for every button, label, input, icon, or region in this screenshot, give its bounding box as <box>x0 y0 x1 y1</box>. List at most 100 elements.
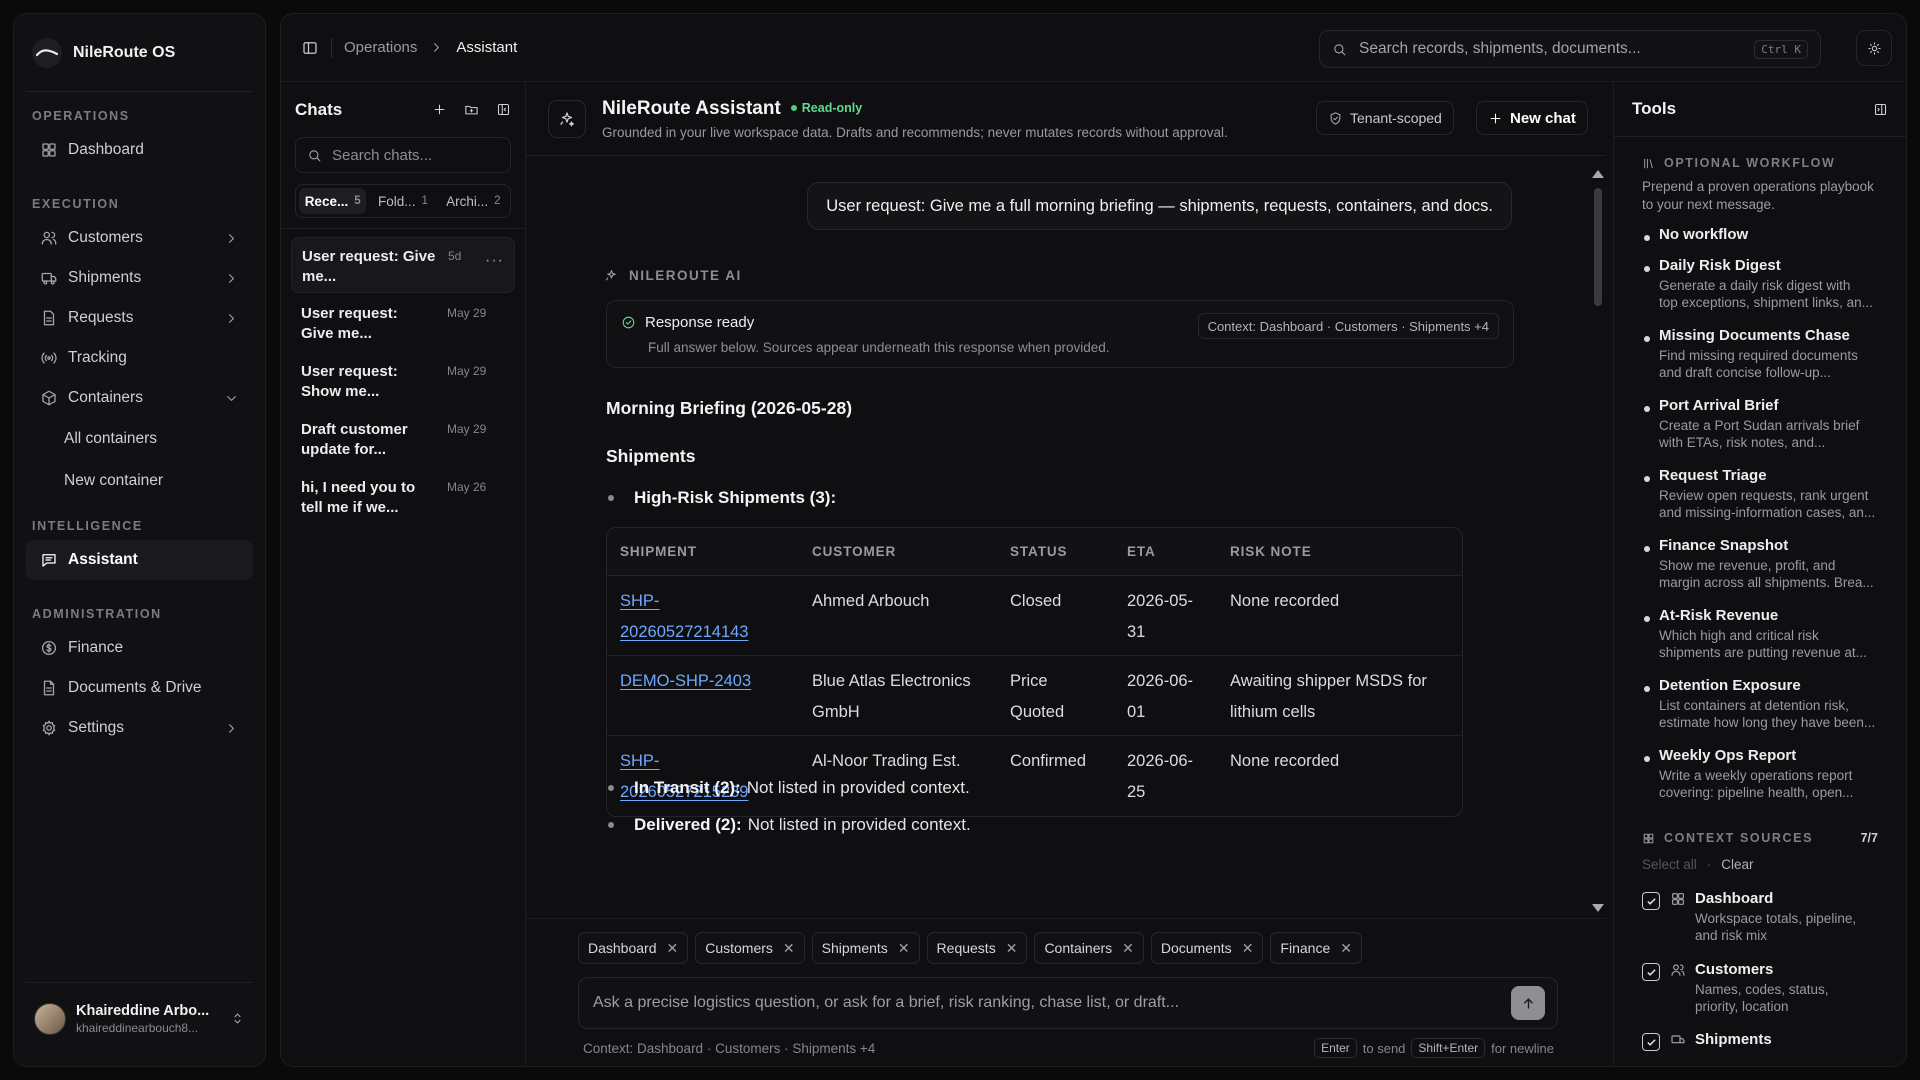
chat-item[interactable]: hi, I need you to tell me if we... May 26 <box>291 469 515 525</box>
checkbox[interactable] <box>1642 1033 1660 1051</box>
chat-item[interactable]: Draft customer update for... May 29 <box>291 411 515 467</box>
close-icon[interactable]: ✕ <box>1006 940 1018 957</box>
shipment-link[interactable]: DEMO-SHP-2403 <box>620 672 751 690</box>
workflow-title: Request Triage <box>1659 467 1767 484</box>
search-placeholder: Search records, shipments, documents... <box>1359 40 1641 57</box>
scrollbar[interactable] <box>1590 166 1606 916</box>
workflow-item[interactable]: Daily Risk Digest Generate a daily risk d… <box>1614 257 1878 311</box>
breadcrumb: Operations Assistant <box>301 37 517 58</box>
nileroute-logo-icon <box>32 37 62 68</box>
chat-title-line: User request: <box>301 363 398 380</box>
main-area: Operations Assistant Search records, shi… <box>280 13 1907 1067</box>
plus-icon[interactable] <box>432 102 447 117</box>
brand[interactable]: NileRoute OS <box>26 14 253 92</box>
chat-title-line: tell me if we... <box>301 499 399 516</box>
check-circle-icon <box>622 316 635 329</box>
user-email: khaireddinearbouch8... <box>76 1020 199 1035</box>
message-input[interactable]: Ask a precise logistics question, or ask… <box>578 977 1558 1029</box>
workflow-item[interactable]: Port Arrival Brief Create a Port Sudan ar… <box>1614 397 1878 451</box>
tab-folders[interactable]: Fold... 1 <box>369 188 436 214</box>
arrow-up-icon <box>1523 997 1533 1009</box>
workflow-item[interactable]: Request Triage Review open requests, rank… <box>1614 467 1878 521</box>
sidebar-item-customers[interactable]: Customers <box>26 218 253 258</box>
workflow-item[interactable]: Detention Exposure List containers at det… <box>1614 677 1878 731</box>
scroll-up-arrow[interactable] <box>1592 170 1604 178</box>
sidebar-toggle-icon[interactable] <box>301 39 319 57</box>
sidebar-item-label: Documents & Drive <box>68 679 202 696</box>
context-chip-requests[interactable]: Requests ✕ <box>926 932 1028 964</box>
workflow-item[interactable]: Finance Snapshot Show me revenue, profit,… <box>1614 537 1878 591</box>
sidebar-item-requests[interactable]: Requests <box>26 298 253 338</box>
user-menu[interactable]: Khaireddine Arbo... khaireddinearbouch8.… <box>26 982 253 1054</box>
list-item: In Transit (2): Not listed in provided co… <box>608 778 970 798</box>
global-search-input[interactable]: Search records, shipments, documents... … <box>1319 30 1821 68</box>
avatar <box>34 1002 66 1035</box>
chat-item[interactable]: User request: Give me... 5d ··· <box>291 237 515 293</box>
tab-recent[interactable]: Rece... 5 <box>299 188 367 214</box>
context-pill[interactable]: Context: Dashboard · Customers · Shipmen… <box>1197 313 1499 339</box>
context-chip-shipments[interactable]: Shipments ✕ <box>811 932 920 964</box>
sidebar-item-dashboard[interactable]: Dashboard <box>26 130 253 170</box>
workflow-item[interactable]: Weekly Ops Report Write a weekly operatio… <box>1614 747 1878 801</box>
chevron-down-icon <box>227 395 236 401</box>
new-chat-button[interactable]: New chat <box>1476 101 1588 135</box>
chat-search-input[interactable]: Search chats... <box>295 137 511 173</box>
checkbox[interactable] <box>1642 892 1660 910</box>
checkbox[interactable] <box>1642 963 1660 981</box>
source-title: Customers <box>1695 961 1774 978</box>
scrollbar-thumb[interactable] <box>1594 188 1602 306</box>
ai-label-text: NILEROUTE AI <box>629 268 742 283</box>
sidebar-item-settings[interactable]: Settings <box>26 708 253 748</box>
topbar: Operations Assistant Search records, shi… <box>281 14 1906 82</box>
sidebar-item-tracking[interactable]: Tracking <box>26 338 253 378</box>
context-chip-containers[interactable]: Containers ✕ <box>1034 932 1144 964</box>
context-chip-documents[interactable]: Documents ✕ <box>1150 932 1264 964</box>
shipment-link[interactable]: SHP- 20260527214143 <box>620 592 748 641</box>
send-button[interactable] <box>1511 986 1545 1020</box>
scroll-down-arrow[interactable] <box>1592 904 1604 912</box>
sidebar-item-documents[interactable]: Documents & Drive <box>26 668 253 708</box>
source-item-dashboard[interactable]: Dashboard Workspace totals, pipeline, and… <box>1614 890 1886 944</box>
close-icon[interactable]: ✕ <box>898 940 910 957</box>
workflow-item[interactable]: At-Risk Revenue Which high and critical r… <box>1614 607 1878 661</box>
chat-date: May 29 <box>447 422 487 436</box>
clear-link[interactable]: Clear <box>1721 857 1753 872</box>
kbd-enter: Enter <box>1314 1038 1357 1058</box>
shipments-table: SHIPMENT CUSTOMER STATUS ETA RISK NOTE S… <box>606 527 1463 817</box>
folder-plus-icon[interactable] <box>464 102 479 117</box>
workflow-title: No workflow <box>1659 226 1749 243</box>
context-chip-finance[interactable]: Finance ✕ <box>1270 932 1362 964</box>
source-item-customers[interactable]: Customers Names, codes, status, priority,… <box>1614 961 1886 1015</box>
sidebar-item-assistant[interactable]: Assistant <box>26 540 253 580</box>
tab-archived[interactable]: Archi... 2 <box>440 188 507 214</box>
close-icon[interactable]: ✕ <box>783 940 795 957</box>
panel-collapse-icon[interactable] <box>496 102 511 117</box>
sidebar-item-containers[interactable]: Containers <box>26 378 253 418</box>
sidebar-item-new-container[interactable]: New container <box>64 460 265 502</box>
context-chip-dashboard[interactable]: Dashboard ✕ <box>578 932 689 964</box>
close-icon[interactable]: ✕ <box>667 940 679 957</box>
workflow-item[interactable]: No workflow <box>1614 226 1878 243</box>
sidebar-item-shipments[interactable]: Shipments <box>26 258 253 298</box>
more-options-icon[interactable]: ··· <box>485 252 504 270</box>
chat-date: May 29 <box>447 306 487 320</box>
context-chip-customers[interactable]: Customers ✕ <box>695 932 805 964</box>
breadcrumb-operations[interactable]: Operations <box>344 39 417 56</box>
chat-list: User request: Give me... 5d ··· User requ… <box>281 228 525 525</box>
theme-toggle-button[interactable] <box>1856 30 1892 66</box>
sidebar-item-all-containers[interactable]: All containers <box>64 418 265 460</box>
chat-item[interactable]: User request: Show me... May 29 <box>291 353 515 409</box>
chat-item[interactable]: User request: Give me... May 29 <box>291 295 515 351</box>
sidebar-item-finance[interactable]: Finance <box>26 628 253 668</box>
sidebar-item-label: Settings <box>68 719 125 736</box>
kbd-shift-enter: Shift+Enter <box>1411 1038 1486 1058</box>
panel-collapse-icon[interactable] <box>1873 102 1888 117</box>
close-icon[interactable]: ✕ <box>1242 940 1254 957</box>
chat-date: 5d <box>448 249 462 263</box>
table-cell: 2026-05- 31 <box>1127 592 1194 641</box>
workflow-item[interactable]: Missing Documents Chase Find missing requ… <box>1614 327 1878 381</box>
source-item-shipments[interactable]: Shipments <box>1614 1031 1886 1051</box>
select-all-link[interactable]: Select all <box>1642 857 1697 872</box>
close-icon[interactable]: ✕ <box>1340 940 1352 957</box>
close-icon[interactable]: ✕ <box>1122 940 1134 957</box>
